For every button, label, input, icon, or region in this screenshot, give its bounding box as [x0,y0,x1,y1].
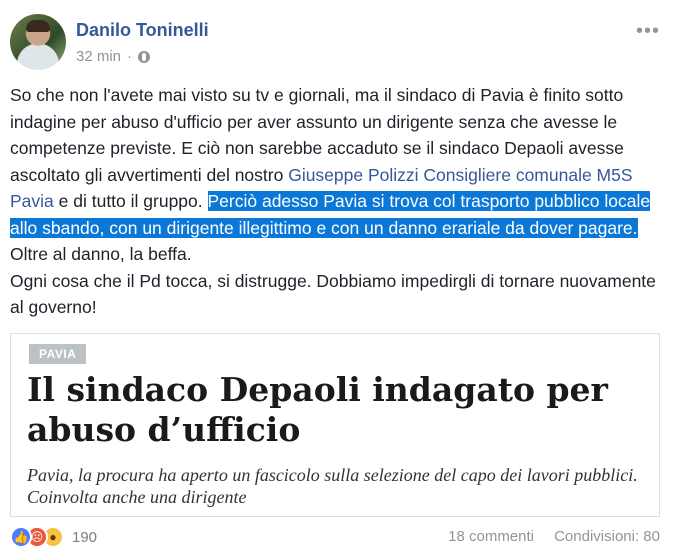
card-tag: PAVIA [29,344,87,364]
link-preview-card[interactable]: PAVIA Il sindaco Depaoli indagato per ab… [10,333,660,517]
post-header: Danilo Toninelli 32 min · ••• [10,10,664,72]
ellipsis-icon[interactable]: ••• [636,20,660,43]
comments-link[interactable]: 18 commenti [448,528,534,545]
avatar[interactable] [10,14,66,70]
post-meta: 32 min · [76,48,151,65]
card-subtitle: Pavia, la procura ha aperto un fascicolo… [27,465,638,507]
globe-icon [138,50,151,63]
like-icon: 👍 [10,526,32,548]
post-time[interactable]: 32 min [76,48,121,65]
author-name[interactable]: Danilo Toninelli [76,20,209,41]
shares-link[interactable]: Condivisioni: 80 [554,528,660,545]
post-text: So che non l'avete mai visto su tv e gio… [10,85,656,317]
post-footer: 👍 ☹ ● 190 18 commenti Condivisioni: 80 [10,524,664,552]
reactions-summary[interactable]: 👍 ☹ ● 190 [10,526,97,548]
card-title: Il sindaco Depaoli indagato per abuso d’… [27,370,608,449]
reaction-count: 190 [72,528,98,546]
